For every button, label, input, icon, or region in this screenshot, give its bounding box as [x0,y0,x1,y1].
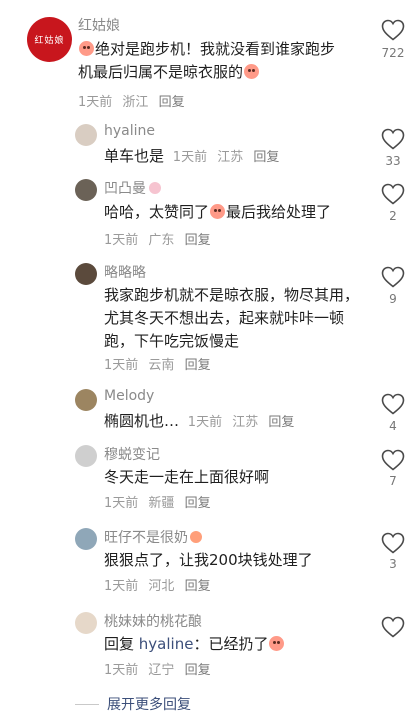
reply-text: 回复 hyaline：已经扔了 [104,633,285,656]
reply-meta: 1天前 云南 回复 [104,358,211,373]
reply-text: 椭圆机也… 1天前 江苏 回复 [104,412,295,430]
reply-username[interactable]: 旺仔不是很奶 [104,527,202,547]
like-heart-icon[interactable] [381,449,405,471]
reply-username[interactable]: 穆蜕变记 [104,444,160,464]
comment-text: 绝对是跑步机！我就没看到谁家跑步 机最后归属不是晾衣服的 [78,40,336,81]
like-heart-icon[interactable] [381,128,405,150]
avatar[interactable]: 红姑娘 [27,17,72,62]
reply-button[interactable]: 回复 [159,95,185,110]
flower-icon [149,182,161,194]
like-count: 3 [389,557,397,571]
reply-text: 我家跑步机就不是晾衣服，物尽其用， 尤其冬天不想出去，起来就咔咔一顿 跑，下午吃… [104,286,360,350]
reply-username[interactable]: 略略略 [104,262,146,282]
reply-button[interactable]: 回复 [185,496,211,511]
reply-button[interactable]: 回复 [185,233,211,248]
like-count: 722 [381,46,405,60]
reply-text: 单车也是 1天前 江苏 回复 [104,147,280,165]
comment-username[interactable]: 红姑娘 [78,15,120,35]
avatar[interactable] [75,528,97,550]
like-count: 33 [385,154,401,168]
like-heart-icon[interactable] [381,532,405,554]
like-heart-icon[interactable] [381,19,405,41]
sticker-emoji-icon [244,64,260,79]
reply-button[interactable]: 回复 [253,150,279,165]
reply-text: 狠狠点了，让我200块钱处理了 [104,551,313,569]
reply-text: 冬天走一走在上面很好啊 [104,468,270,486]
reply-username[interactable]: 桃妹妹的桃花酿 [104,611,202,631]
avatar[interactable] [75,124,97,146]
reply-meta: 1天前 广东 回复 [104,233,211,248]
sticker-emoji-icon [79,41,94,56]
reply-button[interactable]: 回复 [185,579,211,594]
avatar[interactable] [75,389,97,411]
sticker-emoji-icon [269,636,285,651]
reply-meta: 1天前 新疆 回复 [104,496,211,511]
avatar[interactable] [75,263,97,285]
expand-label[interactable]: 展开更多回复 [107,694,191,714]
like-count: 4 [389,419,397,433]
avatar[interactable] [75,179,97,201]
like-heart-icon[interactable] [381,266,405,288]
reply-button[interactable]: 回复 [185,663,211,678]
reply-username[interactable]: hyaline [104,123,155,139]
like-heart-icon[interactable] [381,393,405,415]
comment-meta: 1天前 浙江 回复 [78,95,185,110]
like-heart-icon[interactable] [381,616,405,638]
reply-button[interactable]: 回复 [185,358,211,373]
reply-button[interactable]: 回复 [268,415,294,430]
mention-link[interactable]: hyaline [139,635,194,653]
like-count: 7 [389,474,397,488]
expand-more-replies[interactable]: 展开更多回复 [75,693,191,715]
avatar[interactable] [75,612,97,634]
like-count: 2 [389,209,397,223]
avatar-logo: 红姑娘 [34,36,65,46]
peach-icon [190,531,202,543]
reply-meta: 1天前 河北 回复 [104,579,211,594]
reply-meta: 1天前 辽宁 回复 [104,663,211,678]
like-heart-icon[interactable] [381,183,405,205]
avatar[interactable] [75,445,97,467]
reply-text: 哈哈，太赞同了 最后我给处理了 [104,203,332,221]
divider [75,703,99,705]
reply-username[interactable]: 凹凸曼 [104,178,161,198]
reply-username[interactable]: Melody [104,388,154,404]
sticker-emoji-icon [210,204,226,219]
like-count: 9 [389,292,397,306]
